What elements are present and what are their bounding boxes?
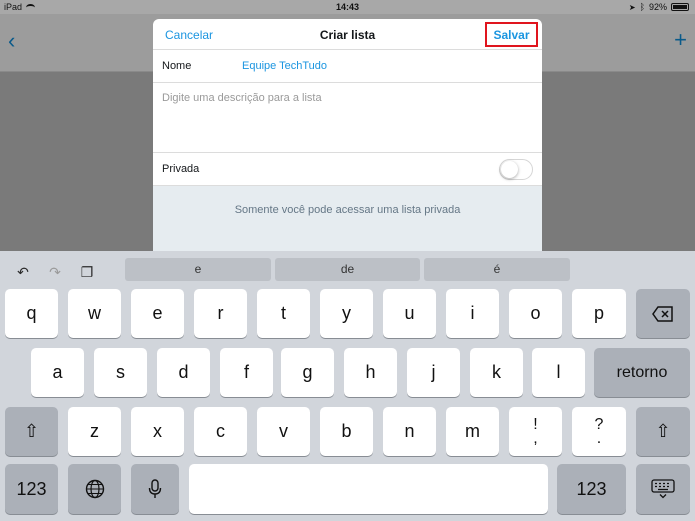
key-c[interactable]: c xyxy=(194,407,247,456)
key-u[interactable]: u xyxy=(383,289,436,338)
return-key[interactable]: retorno xyxy=(594,348,690,397)
battery-icon xyxy=(671,3,689,11)
key-label-bottom: , xyxy=(533,429,538,447)
shift-key-right[interactable]: ⇧ xyxy=(636,407,690,456)
key-g[interactable]: g xyxy=(281,348,334,397)
shift-icon: ⇧ xyxy=(655,421,671,441)
private-toggle[interactable] xyxy=(499,159,533,180)
key-x[interactable]: x xyxy=(131,407,184,456)
backspace-icon xyxy=(652,305,673,322)
globe-icon xyxy=(85,479,104,499)
save-button[interactable]: Salvar xyxy=(485,22,538,47)
back-chevron-icon[interactable]: ‹ xyxy=(8,30,15,52)
description-placeholder: Digite uma descrição para a lista xyxy=(162,92,322,104)
shift-key-left[interactable]: ⇧ xyxy=(5,407,58,456)
key-m[interactable]: m xyxy=(446,407,499,456)
private-row: Privada xyxy=(153,153,542,186)
key-label-bottom: . xyxy=(596,429,602,447)
key-z[interactable]: z xyxy=(68,407,121,456)
description-field[interactable]: Digite uma descrição para a lista xyxy=(153,83,542,153)
globe-key[interactable] xyxy=(68,464,121,514)
toggle-knob xyxy=(501,161,518,178)
space-bar[interactable] xyxy=(189,464,548,514)
suggestion-1[interactable]: e xyxy=(125,258,271,281)
battery-percent: 92% xyxy=(648,2,667,12)
key-a[interactable]: a xyxy=(31,348,84,397)
key-exclamation-comma[interactable]: ! , xyxy=(509,407,562,456)
numbers-key-right[interactable]: 123 xyxy=(557,464,626,514)
name-field[interactable]: Equipe TechTudo xyxy=(242,60,327,72)
key-question-period[interactable]: ? . xyxy=(572,407,626,456)
redo-icon[interactable]: ↷ xyxy=(47,264,63,280)
shift-icon: ⇧ xyxy=(23,421,40,441)
key-h[interactable]: h xyxy=(344,348,397,397)
key-i[interactable]: i xyxy=(446,289,499,338)
create-list-modal: Cancelar Criar lista Salvar Nome Equipe … xyxy=(153,19,542,257)
numbers-key-left[interactable]: 123 xyxy=(5,464,58,514)
key-b[interactable]: b xyxy=(320,407,373,456)
keyboard-dismiss-icon xyxy=(651,479,675,499)
key-s[interactable]: s xyxy=(94,348,147,397)
key-k[interactable]: k xyxy=(470,348,523,397)
key-j[interactable]: j xyxy=(407,348,460,397)
key-d[interactable]: d xyxy=(157,348,210,397)
private-note-section: Somente você pode acessar uma lista priv… xyxy=(153,186,542,256)
modal-header: Cancelar Criar lista Salvar xyxy=(153,19,542,50)
key-e[interactable]: e xyxy=(131,289,184,338)
key-y[interactable]: y xyxy=(320,289,373,338)
key-f[interactable]: f xyxy=(220,348,273,397)
key-w[interactable]: w xyxy=(68,289,121,338)
key-l[interactable]: l xyxy=(532,348,585,397)
key-q[interactable]: q xyxy=(5,289,58,338)
name-label: Nome xyxy=(162,60,192,72)
key-p[interactable]: p xyxy=(572,289,626,338)
key-v[interactable]: v xyxy=(257,407,310,456)
status-time: 14:43 xyxy=(335,2,360,12)
key-n[interactable]: n xyxy=(383,407,436,456)
suggestion-2[interactable]: de xyxy=(275,258,420,281)
location-icon: ➤ xyxy=(628,2,636,12)
name-row[interactable]: Nome Equipe TechTudo xyxy=(153,50,542,83)
paste-icon[interactable]: ❐ xyxy=(79,264,95,280)
private-note: Somente você pode acessar uma lista priv… xyxy=(234,204,461,216)
status-bar: iPad 14:43 ➤ ᛒ 92% xyxy=(0,0,695,14)
bluetooth-icon: ᛒ xyxy=(639,2,645,12)
dismiss-keyboard-key[interactable] xyxy=(636,464,690,514)
suggestion-3[interactable]: é xyxy=(424,258,570,281)
keyboard: ↶ ↷ ❐ e de é q w e r t y u i o p a s d f… xyxy=(0,251,695,521)
undo-icon[interactable]: ↶ xyxy=(15,264,31,280)
key-t[interactable]: t xyxy=(257,289,310,338)
private-label: Privada xyxy=(162,163,200,175)
backspace-key[interactable] xyxy=(636,289,690,338)
key-o[interactable]: o xyxy=(509,289,562,338)
cancel-button[interactable]: Cancelar xyxy=(165,28,213,42)
add-icon[interactable]: + xyxy=(674,29,687,51)
key-r[interactable]: r xyxy=(194,289,247,338)
microphone-icon xyxy=(148,479,162,498)
dictation-key[interactable] xyxy=(131,464,179,514)
